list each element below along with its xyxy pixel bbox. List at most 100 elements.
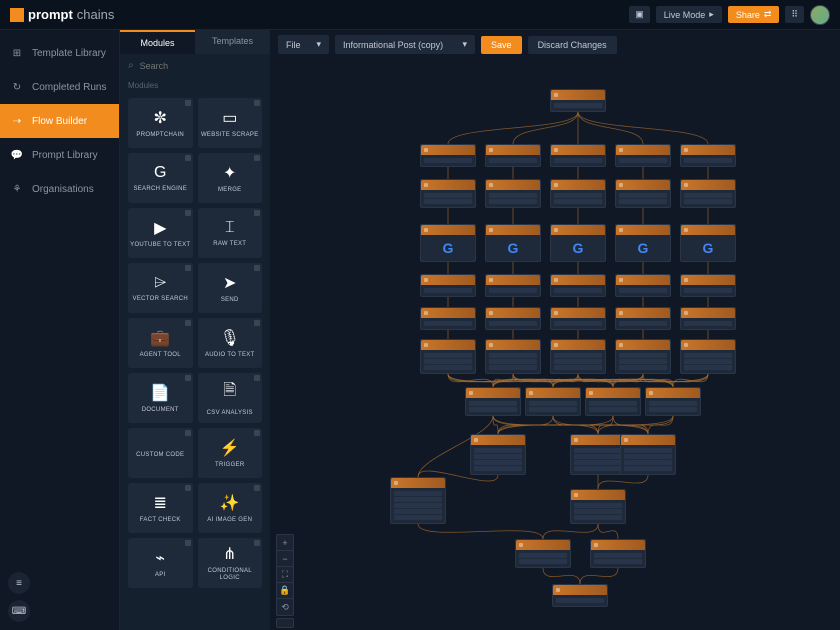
module-card-vector-search[interactable]: ⌲VECTOR SEARCH [128, 263, 193, 313]
module-card-conditional-logic[interactable]: ⋔CONDITIONAL LOGIC [198, 538, 263, 588]
flow-node[interactable] [485, 144, 541, 167]
module-icon: ≣ [154, 493, 167, 513]
flow-node[interactable] [615, 307, 671, 330]
sidebar-item-organisations[interactable]: ⚘ Organisations [0, 172, 119, 206]
flow-node[interactable] [550, 274, 606, 297]
sidebar-item-label: Template Library [32, 48, 106, 59]
sidebar-item-template-library[interactable]: ⊞ Template Library [0, 36, 119, 70]
flow-node[interactable]: G [680, 224, 736, 262]
flow-node[interactable] [485, 339, 541, 374]
tab-modules[interactable]: Modules [120, 30, 195, 54]
flow-node[interactable] [420, 274, 476, 297]
module-card-csv-analysis[interactable]: 🗎CSV ANALYSIS [198, 373, 263, 423]
zoom-in-button[interactable]: + [277, 535, 293, 551]
keyboard-button[interactable]: ⌨ [8, 600, 30, 622]
flow-node[interactable] [470, 434, 526, 475]
flow-node[interactable] [552, 584, 608, 607]
flow-node[interactable] [550, 179, 606, 208]
grid-icon: ⠿ [791, 9, 798, 20]
flow-node[interactable] [465, 387, 521, 416]
flow-node[interactable] [585, 387, 641, 416]
flow-node[interactable] [390, 477, 446, 524]
module-label: AGENT TOOL [140, 352, 181, 359]
flow-node[interactable] [485, 179, 541, 208]
flow-node[interactable] [680, 307, 736, 330]
zoom-out-button[interactable]: − [277, 551, 293, 567]
google-icon: G [703, 240, 714, 256]
flow-node[interactable] [485, 307, 541, 330]
flow-node[interactable]: G [550, 224, 606, 262]
flow-node[interactable]: G [615, 224, 671, 262]
module-card-fact-check[interactable]: ≣FACT CHECK [128, 483, 193, 533]
flow-node[interactable] [615, 339, 671, 374]
flow-node[interactable]: G [485, 224, 541, 262]
notifications-button[interactable]: ▣ [629, 6, 650, 23]
flow-node[interactable]: G [420, 224, 476, 262]
flow-node[interactable] [570, 434, 626, 475]
sidebar-item-label: Prompt Library [32, 150, 98, 161]
module-card-youtube-to-text[interactable]: ▶YOUTUBE TO TEXT [128, 208, 193, 258]
module-card-trigger[interactable]: ⚡TRIGGER [198, 428, 263, 478]
flow-canvas[interactable]: + − ⛶ 🔒 ⟲ GGGGG [270, 59, 840, 630]
flow-node[interactable] [420, 339, 476, 374]
flow-node[interactable] [620, 434, 676, 475]
save-button[interactable]: Save [481, 36, 522, 54]
module-card-merge[interactable]: ✦MERGE [198, 153, 263, 203]
module-card-ai-image-gen[interactable]: ✨AI IMAGE GEN [198, 483, 263, 533]
module-card-audio-to-text[interactable]: 🎙AUDIO TO TEXT [198, 318, 263, 368]
flow-node[interactable] [615, 144, 671, 167]
flow-node[interactable] [680, 144, 736, 167]
module-card-raw-text[interactable]: ⌶RAW TEXT [198, 208, 263, 258]
live-mode-button[interactable]: Live Mode▸ [656, 6, 722, 23]
minimap-toggle[interactable] [276, 618, 294, 628]
flow-node[interactable] [615, 179, 671, 208]
module-icon: 📄 [150, 383, 170, 403]
module-card-send[interactable]: ➤SEND [198, 263, 263, 313]
user-avatar[interactable] [810, 5, 830, 25]
flow-node[interactable] [615, 274, 671, 297]
zoom-reset-button[interactable]: ⟲ [277, 599, 293, 615]
sidebar-item-completed-runs[interactable]: ↻ Completed Runs [0, 70, 119, 104]
zoom-fit-button[interactable]: ⛶ [277, 567, 293, 583]
runs-icon: ↻ [10, 80, 24, 94]
flow-node[interactable] [525, 387, 581, 416]
sidebar-item-flow-builder[interactable]: ⇢ Flow Builder [0, 104, 119, 138]
share-button[interactable]: Share⇄ [728, 6, 780, 23]
zoom-lock-button[interactable]: 🔒 [277, 583, 293, 599]
flow-node[interactable] [680, 339, 736, 374]
discard-button[interactable]: Discard Changes [528, 36, 617, 54]
flow-node[interactable] [550, 339, 606, 374]
module-card-website-scrape[interactable]: ▭WEBSITE SCRAPE [198, 98, 263, 148]
module-card-api[interactable]: ⌁API [128, 538, 193, 588]
module-label: DOCUMENT [142, 407, 179, 414]
flow-node[interactable] [515, 539, 571, 568]
module-card-promptchain[interactable]: ✼PROMPTCHAIN [128, 98, 193, 148]
file-menu[interactable]: File▾ [278, 35, 329, 54]
flow-node[interactable] [420, 144, 476, 167]
module-search-input[interactable] [140, 61, 262, 71]
tab-templates[interactable]: Templates [195, 30, 270, 54]
module-card-search-engine[interactable]: GSEARCH ENGINE [128, 153, 193, 203]
flow-node[interactable] [550, 89, 606, 112]
chevron-down-icon: ▾ [463, 39, 468, 50]
flow-node[interactable] [485, 274, 541, 297]
flow-node[interactable] [680, 179, 736, 208]
flow-node[interactable] [645, 387, 701, 416]
flow-selector[interactable]: Informational Post (copy) ▾ [335, 35, 475, 54]
flow-node[interactable] [550, 307, 606, 330]
flow-node[interactable] [550, 144, 606, 167]
module-card-agent-tool[interactable]: 💼 AGENT TOOL [128, 318, 193, 368]
module-icon: 💼 [150, 328, 170, 348]
module-card-custom-code[interactable]: CUSTOM CODE [128, 428, 193, 478]
help-button[interactable]: ≡ [8, 572, 30, 594]
apps-button[interactable]: ⠿ [785, 6, 804, 23]
flow-node[interactable] [590, 539, 646, 568]
flow-node[interactable] [420, 179, 476, 208]
sidebar-item-prompt-library[interactable]: 💬 Prompt Library [0, 138, 119, 172]
module-card-document[interactable]: 📄 DOCUMENT [128, 373, 193, 423]
flow-node[interactable] [420, 307, 476, 330]
flow-node[interactable] [570, 489, 626, 524]
flow-name-label: Informational Post (copy) [343, 40, 443, 50]
module-icon: 🎙 [220, 328, 240, 348]
flow-node[interactable] [680, 274, 736, 297]
